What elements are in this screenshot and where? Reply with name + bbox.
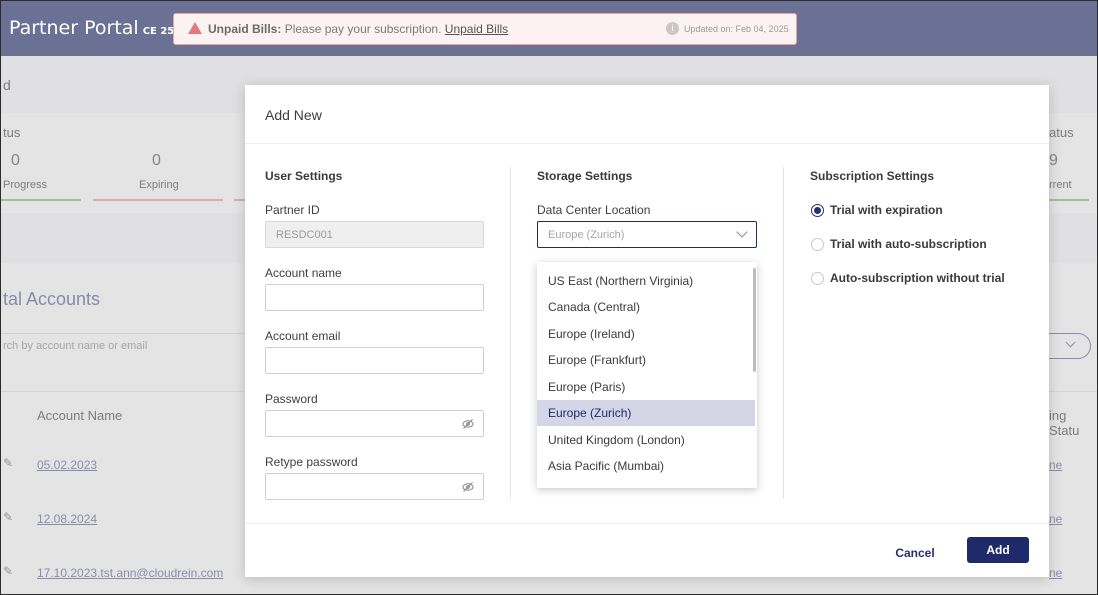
storage-settings-title: Storage Settings (537, 169, 633, 183)
radio-auto-subscription-no-trial[interactable] (811, 272, 824, 285)
brand-logo[interactable]: Partner Portal CE 25.1 (9, 17, 185, 39)
top-bar: Partner Portal CE 25.1 Unpaid Bills: Plea… (1, 1, 1097, 56)
data-center-selected: Europe (Zurich) (548, 229, 625, 241)
subscription-settings-title: Subscription Settings (810, 169, 935, 183)
radio-label-trial-auto-subscription[interactable]: Trial with auto-subscription (830, 237, 987, 251)
radio-trial-auto-subscription[interactable] (811, 238, 824, 251)
data-center-select[interactable]: Europe (Zurich) (537, 221, 757, 248)
password-field[interactable] (265, 410, 484, 437)
info-icon: i (666, 22, 679, 35)
modal-title: Add New (265, 107, 322, 123)
alert-label: Unpaid Bills: (208, 22, 282, 36)
alert-updated-date: Updated on: Feb 04, 2025 (684, 24, 789, 34)
password-label: Password (265, 392, 318, 406)
alert-text: Unpaid Bills: Please pay your subscripti… (208, 22, 508, 36)
dropdown-option[interactable]: Europe (Frankfurt) (537, 347, 755, 373)
add-button[interactable]: Add (967, 537, 1029, 563)
app-window: Partner Portal CE 25.1 Unpaid Bills: Plea… (0, 0, 1098, 595)
retype-password-label: Retype password (265, 455, 358, 469)
partner-id-label: Partner ID (265, 203, 320, 217)
column-divider (783, 167, 784, 499)
account-email-label: Account email (265, 329, 341, 343)
dropdown-option-selected[interactable]: Europe (Zurich) (537, 400, 755, 426)
alert-message: Please pay your subscription. (284, 22, 442, 36)
retype-password-field[interactable] (265, 473, 484, 500)
unpaid-bills-alert: Unpaid Bills: Please pay your subscripti… (173, 13, 797, 45)
dropdown-option[interactable]: Europe (Paris) (537, 374, 755, 400)
dropdown-scrollbar[interactable] (753, 268, 756, 372)
column-divider (510, 167, 511, 499)
account-email-field[interactable] (265, 347, 484, 374)
dropdown-option[interactable]: Canada (Central) (537, 294, 755, 320)
radio-label-auto-subscription-no-trial[interactable]: Auto-subscription without trial (830, 271, 1005, 285)
eye-off-icon[interactable] (462, 418, 474, 430)
add-new-modal: Add New User Settings Partner ID RESDC00… (245, 85, 1049, 577)
warning-icon (188, 22, 202, 34)
dropdown-option[interactable]: Asia Pacific (Mumbai) (537, 453, 755, 479)
chevron-down-icon (736, 226, 748, 238)
account-name-field[interactable] (265, 284, 484, 311)
partner-id-value: RESDC001 (276, 229, 333, 241)
brand-name: Partner Portal (9, 17, 139, 39)
modal-header-divider (245, 143, 1049, 144)
data-center-dropdown: US East (Northern Virginia) Canada (Cent… (537, 262, 757, 488)
dropdown-option[interactable]: United Kingdom (London) (537, 427, 755, 453)
account-name-label: Account name (265, 266, 342, 280)
unpaid-bills-link[interactable]: Unpaid Bills (445, 22, 508, 36)
modal-footer-divider (245, 523, 1049, 524)
radio-trial-expiration[interactable] (811, 204, 824, 217)
user-settings-title: User Settings (265, 169, 343, 183)
dropdown-option[interactable]: US East (Northern Virginia) (537, 268, 755, 294)
dropdown-option[interactable]: Europe (Ireland) (537, 321, 755, 347)
cancel-button[interactable]: Cancel (885, 541, 945, 565)
partner-id-field: RESDC001 (265, 221, 484, 248)
radio-label-trial-expiration[interactable]: Trial with expiration (830, 203, 943, 217)
data-center-label: Data Center Location (537, 203, 651, 217)
eye-off-icon[interactable] (462, 481, 474, 493)
